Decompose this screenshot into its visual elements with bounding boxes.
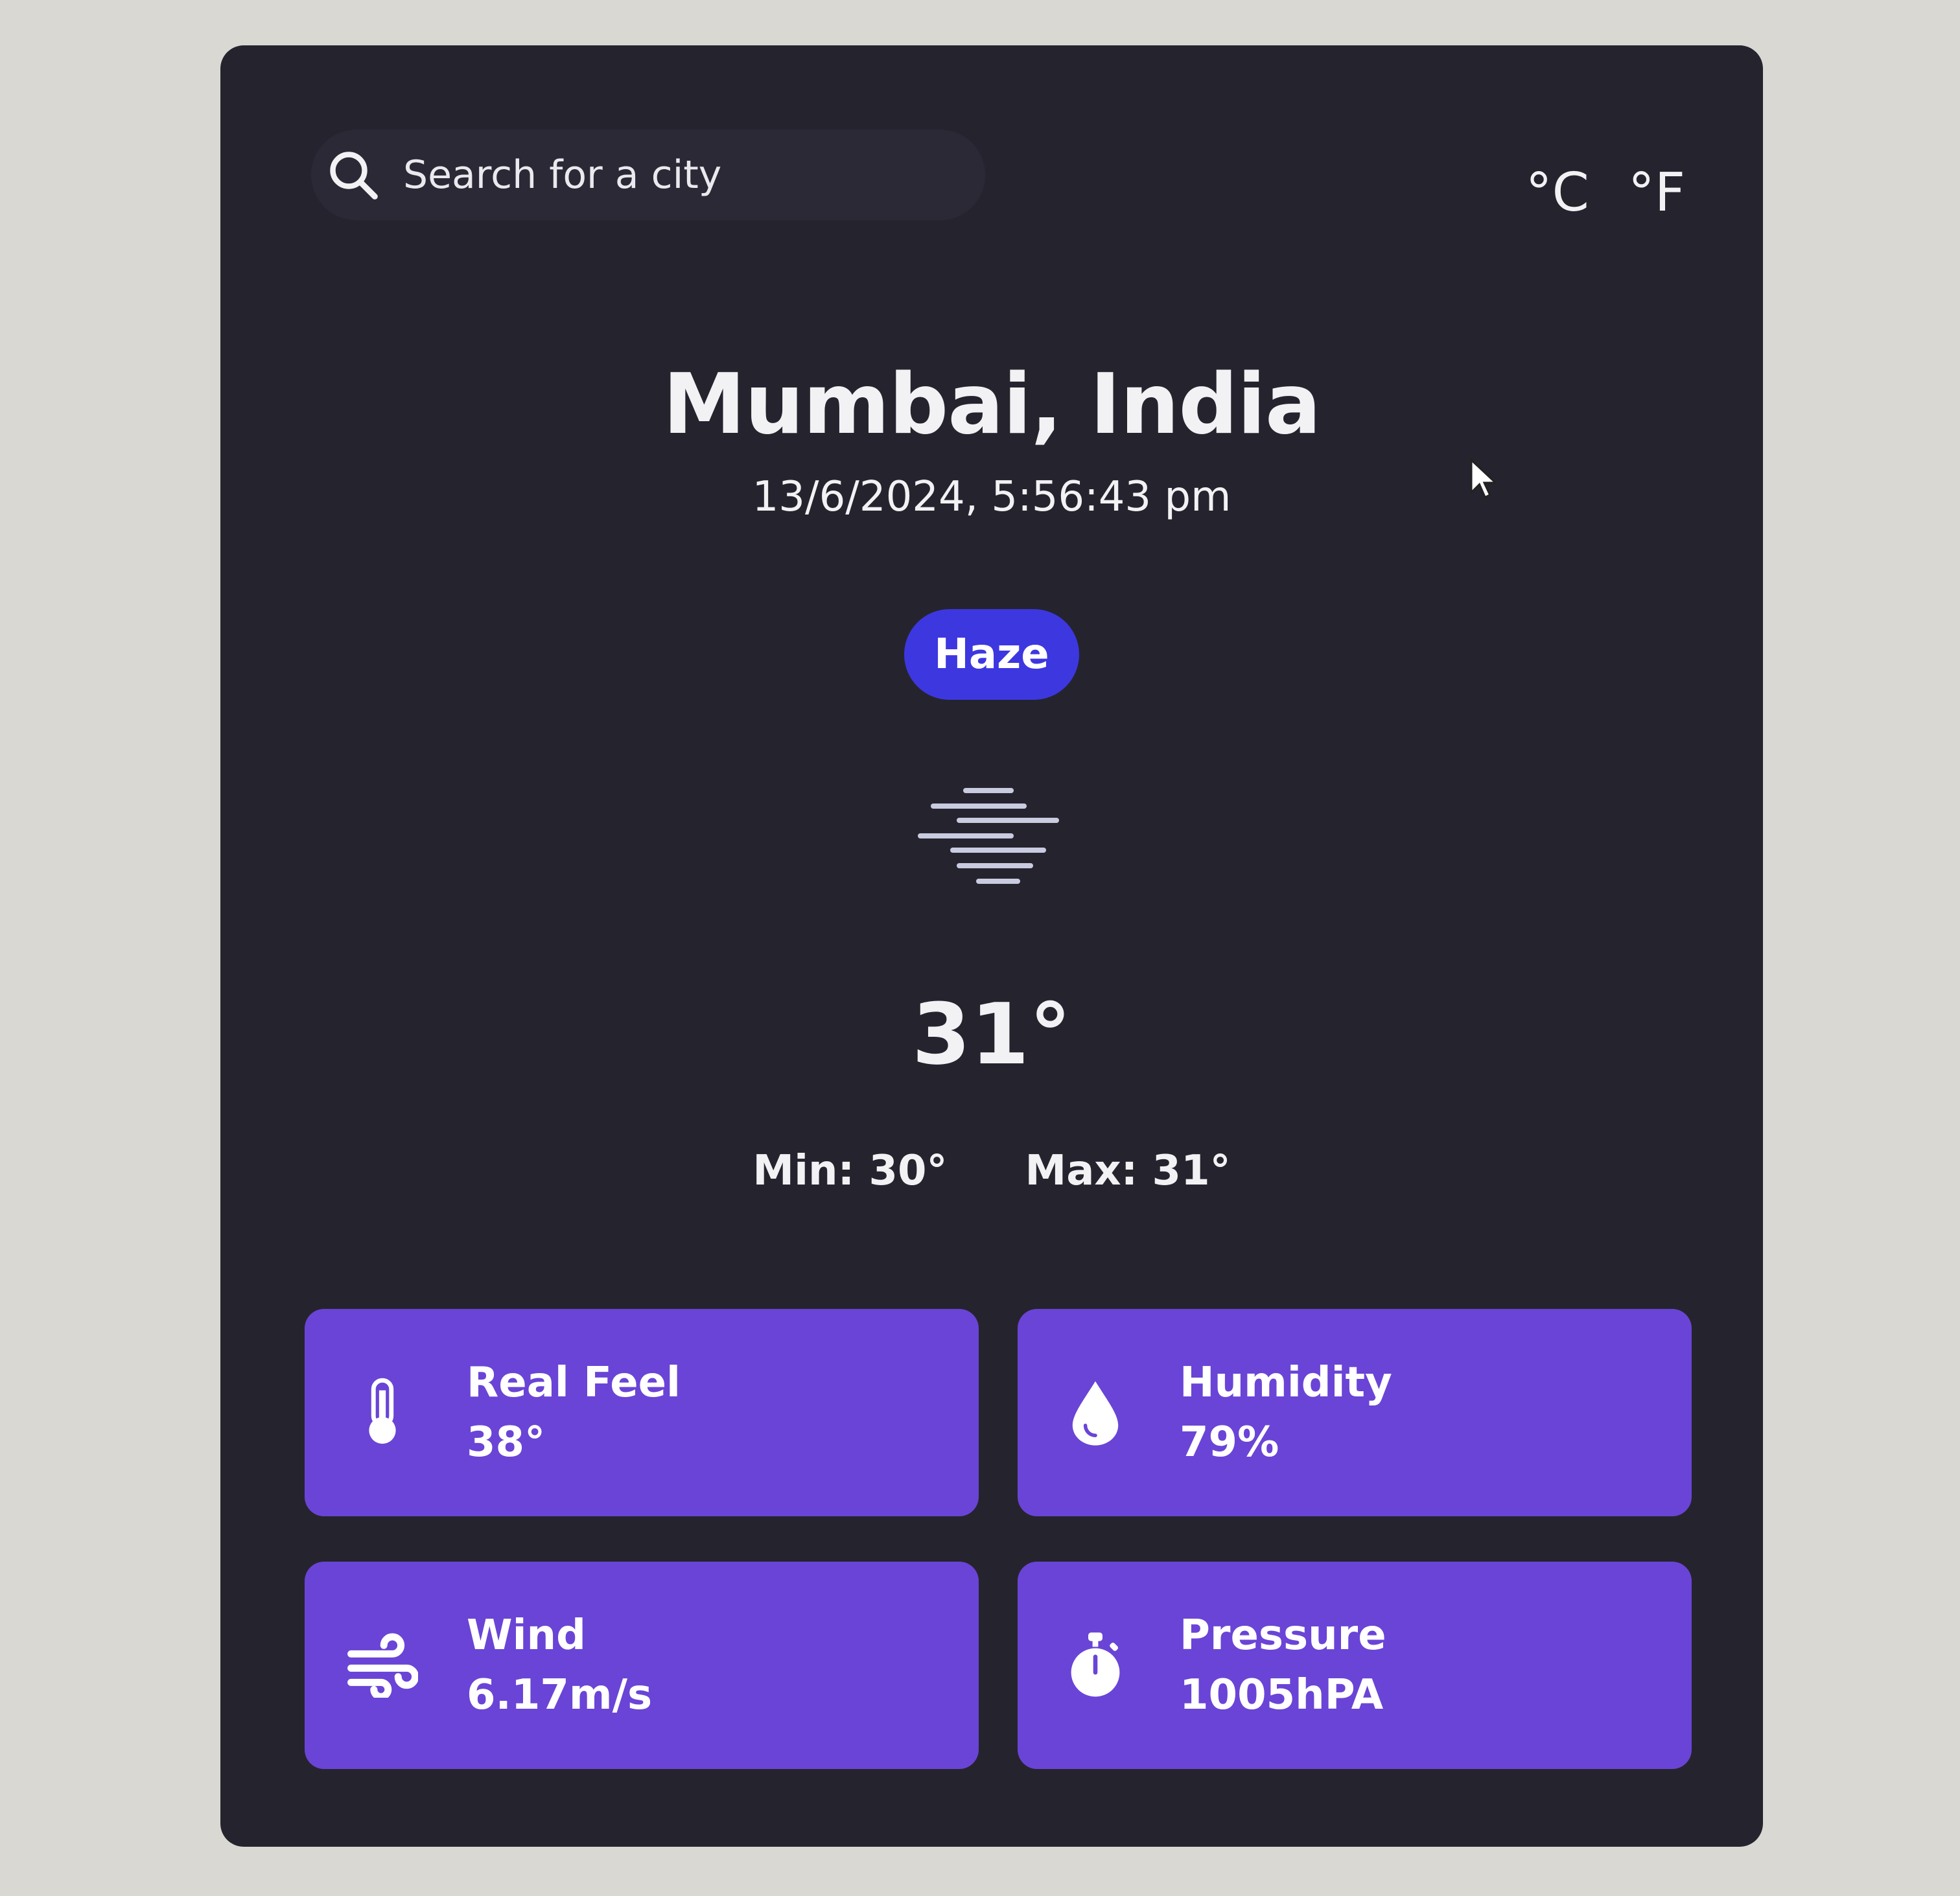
humidity-value: 79% bbox=[1180, 1418, 1279, 1466]
thermometer-icon bbox=[344, 1374, 421, 1451]
real-feel-value: 38° bbox=[467, 1418, 546, 1466]
local-datetime: 13/6/2024, 5:56:43 pm bbox=[752, 473, 1231, 521]
pressure-value: 1005hPA bbox=[1180, 1671, 1384, 1719]
pressure-label: Pressure bbox=[1180, 1612, 1386, 1659]
search-input[interactable] bbox=[402, 152, 985, 198]
condition-badge: Haze bbox=[904, 609, 1079, 700]
mouse-pointer-icon bbox=[1468, 457, 1500, 502]
city-name: Mumbai, India bbox=[662, 356, 1322, 453]
search-icon[interactable] bbox=[324, 146, 382, 204]
min-max-temperature: Min: 30° Max: 31° bbox=[220, 1147, 1763, 1195]
min-temperature: Min: 30° bbox=[752, 1147, 948, 1195]
fahrenheit-button[interactable]: °F bbox=[1628, 162, 1685, 224]
current-temperature: 31° bbox=[912, 985, 1071, 1083]
wind-label: Wind bbox=[467, 1612, 586, 1659]
wind-icon bbox=[344, 1626, 421, 1704]
wind-value: 6.17m/s bbox=[467, 1671, 653, 1719]
max-temperature: Max: 31° bbox=[1025, 1147, 1231, 1195]
humidity-tile: Humidity 79% bbox=[1018, 1309, 1692, 1516]
stopwatch-icon bbox=[1056, 1626, 1134, 1704]
haze-icon bbox=[914, 778, 1069, 894]
search-bar[interactable] bbox=[311, 130, 985, 220]
droplet-icon bbox=[1056, 1374, 1134, 1451]
real-feel-tile: Real Feel 38° bbox=[305, 1309, 979, 1516]
real-feel-label: Real Feel bbox=[467, 1359, 681, 1407]
wind-tile: Wind 6.17m/s bbox=[305, 1562, 979, 1769]
humidity-label: Humidity bbox=[1180, 1359, 1392, 1407]
celsius-button[interactable]: °C bbox=[1526, 162, 1589, 224]
unit-toggle: °C °F bbox=[1526, 162, 1685, 224]
pressure-tile: Pressure 1005hPA bbox=[1018, 1562, 1692, 1769]
weather-card: °C °F Mumbai, India 13/6/2024, 5:56:43 p… bbox=[220, 45, 1763, 1847]
weather-details-grid: Real Feel 38° Humidity 79% Wind 6.17m/s … bbox=[305, 1309, 1692, 1769]
